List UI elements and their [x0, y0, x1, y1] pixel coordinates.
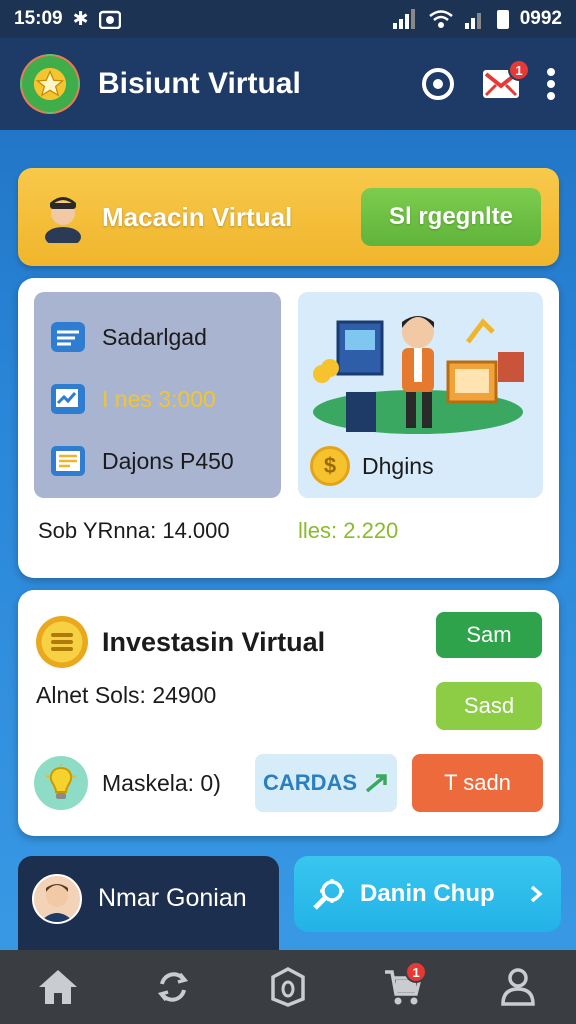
profile-card[interactable]: Nmar Gonian	[18, 856, 279, 956]
lightbulb-icon	[34, 756, 88, 810]
mail-badge: 1	[508, 59, 530, 81]
dollar-coin-icon: $	[310, 446, 350, 486]
document-stack-icon	[46, 315, 90, 359]
status-left: 15:09 ✱	[14, 8, 121, 31]
summary-total-right: lles: 2.220	[298, 518, 399, 543]
profile-avatar	[32, 874, 82, 924]
star-icon	[35, 69, 65, 97]
form-icon	[46, 439, 90, 483]
app-actions: 1	[420, 59, 556, 102]
chart-doc-icon	[46, 377, 90, 421]
investment-title: Investasin Virtual	[102, 626, 326, 657]
investment-primary-button[interactable]: Sam	[436, 612, 542, 658]
user-avatar	[40, 191, 86, 243]
market-label: Maskela: 0)	[102, 769, 221, 796]
user-icon	[501, 968, 536, 1006]
investment-card: Investasin Virtual Alnet Sols: 24900 Sam…	[18, 590, 559, 836]
bluetooth-icon: ✱	[72, 8, 89, 30]
battery-icon	[496, 10, 509, 29]
business-illustration	[313, 316, 524, 434]
orange-action-button[interactable]: T sadn	[412, 754, 543, 812]
nav-cart[interactable]: 1	[373, 957, 433, 1017]
location-button[interactable]	[420, 66, 456, 102]
status-right: 0992	[392, 8, 562, 30]
cart-badge: 1	[405, 961, 428, 983]
status-bar: 15:09 ✱ 0992	[0, 0, 576, 38]
stat-row[interactable]: I nes 3:000	[46, 368, 269, 430]
profile-name: Nmar Gonian	[98, 884, 247, 912]
status-time: 15:09	[14, 8, 63, 29]
chevron-right-icon	[530, 885, 543, 903]
cards-label: CARDAS	[262, 770, 358, 795]
nav-profile[interactable]	[488, 957, 548, 1017]
summary-card: Sadarlgad I nes 3:000 Dajons P450 $ Dhgi…	[18, 278, 559, 578]
investment-balance: Alnet Sols: 24900	[36, 682, 217, 708]
banner-action-button[interactable]: Sl rgegnlte	[361, 188, 541, 246]
investment-secondary-button[interactable]: Sasd	[436, 682, 542, 730]
wifi-icon	[428, 10, 453, 28]
welcome-banner: Macacin Virtual Sl rgegnlte	[18, 168, 559, 266]
chat-label: Danin Chup	[360, 880, 495, 907]
location-icon	[422, 68, 454, 100]
app-bar: Bisiunt Virtual 1	[0, 38, 576, 130]
battery-level: 0992	[519, 8, 562, 29]
nav-exchange[interactable]	[143, 957, 203, 1017]
person-avatar-icon	[45, 197, 81, 243]
gear-magnify-icon	[313, 879, 344, 910]
illustration-panel[interactable]: $ Dhgins	[298, 292, 543, 498]
trending-up-icon	[365, 774, 387, 793]
banner-greeting: Macacin Virtual	[102, 201, 293, 232]
app-title: Bisiunt Virtual	[98, 67, 301, 100]
more-vertical-icon	[547, 68, 555, 100]
gold-coin-icon	[36, 616, 88, 668]
summary-total-left: Sob YRnna: 14.000	[38, 518, 230, 543]
nav-wallet[interactable]	[258, 957, 318, 1017]
cards-button[interactable]: CARDAS	[255, 754, 397, 812]
signal-icon	[392, 9, 415, 29]
stat-row[interactable]: Dajons P450	[46, 430, 269, 492]
home-icon	[38, 970, 77, 1004]
person-avatar-icon	[40, 884, 74, 922]
camera-status-icon	[98, 10, 121, 29]
stats-panel: Sadarlgad I nes 3:000 Dajons P450	[34, 292, 281, 498]
shield-icon	[271, 967, 305, 1007]
more-menu-button[interactable]	[546, 67, 556, 101]
illustration-label: Dhgins	[362, 452, 434, 479]
app-logo	[20, 54, 80, 114]
illustration-caption: $ Dhgins	[310, 446, 434, 486]
mail-button[interactable]: 1	[482, 59, 530, 99]
stat-label: Dajons P450	[102, 447, 234, 474]
stat-label: I nes 3:000	[102, 385, 216, 412]
nav-home[interactable]	[28, 957, 88, 1017]
signal-2-icon	[464, 13, 481, 29]
chat-card[interactable]: Danin Chup	[294, 856, 561, 932]
market-row: Maskela: 0)	[34, 756, 221, 810]
investment-header: Investasin Virtual	[36, 616, 325, 668]
refresh-icon	[157, 972, 188, 1002]
bottom-nav: 1	[0, 950, 576, 1024]
stat-row[interactable]: Sadarlgad	[46, 306, 269, 368]
stat-label: Sadarlgad	[102, 323, 207, 350]
